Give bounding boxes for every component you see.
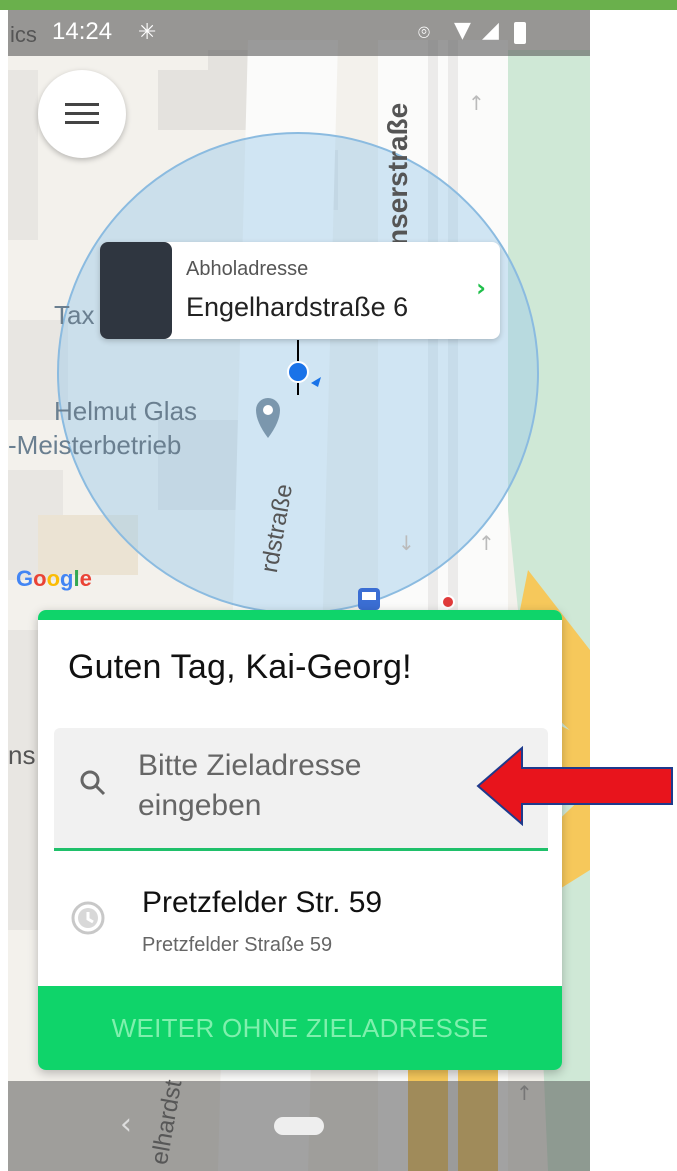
- hamburger-icon: [65, 103, 99, 124]
- recent-destination-item[interactable]: Pretzfelder Str. 59 Pretzfelder Straße 5…: [38, 878, 562, 970]
- map-clipped-label: ns: [8, 740, 36, 770]
- history-icon: [71, 901, 105, 935]
- top-green-border: [0, 0, 677, 10]
- greeting-title: Guten Tag, Kai-Georg!: [68, 648, 412, 686]
- status-clipped-text: ics: [10, 22, 37, 47]
- search-placeholder: Bitte Zieladresse eingeben: [138, 746, 498, 826]
- fan-icon: ✳: [138, 20, 157, 45]
- location-icon: ⌾: [418, 20, 430, 44]
- chevron-right-icon: ›: [476, 274, 486, 302]
- destination-sheet: Guten Tag, Kai-Georg! Bitte Zieladresse …: [38, 610, 562, 1070]
- pickup-label: Abholadresse: [186, 258, 309, 280]
- continue-without-destination-button[interactable]: WEITER OHNE ZIELADRESSE: [38, 986, 562, 1070]
- home-pill-icon[interactable]: [274, 1117, 324, 1135]
- search-placeholder-line2: eingeben: [138, 789, 262, 822]
- signal-icon: ◢: [482, 18, 499, 43]
- wifi-icon: ▼: [454, 18, 471, 43]
- svg-text:↓: ↓: [398, 531, 415, 555]
- sheet-accent-bar: [38, 610, 562, 620]
- search-icon: [80, 770, 106, 796]
- pickup-thumbnail: [100, 242, 172, 339]
- battery-icon: [514, 22, 526, 44]
- system-nav-bar: ‹: [8, 1081, 590, 1171]
- back-icon[interactable]: ‹: [120, 1107, 132, 1142]
- destination-search-input[interactable]: Bitte Zieladresse eingeben: [54, 728, 548, 851]
- status-bar: ics 14:24 ✳ ⌾ ▼ ◢: [8, 10, 590, 56]
- phone-screen: ↑ ↑ ↓ ↑ Pegnanserstraße F Tax Helmut Gla…: [8, 10, 590, 1171]
- status-time: 14:24: [52, 18, 113, 45]
- recent-item-title: Pretzfelder Str. 59: [142, 886, 383, 919]
- map-place-helmut: Helmut Glas: [54, 396, 198, 426]
- svg-text:↑: ↑: [478, 531, 495, 555]
- svg-text:↑: ↑: [468, 91, 485, 115]
- red-arrow-annotation: [476, 746, 673, 826]
- pickup-address-card[interactable]: Abholadresse Engelhardstraße 6 ›: [100, 242, 500, 339]
- map-place-taxi: Tax: [54, 300, 95, 330]
- google-logo: Google: [16, 566, 92, 591]
- menu-button[interactable]: [38, 70, 126, 158]
- search-placeholder-line1: Bitte Zieladresse: [138, 749, 362, 782]
- map-place-helmut-sub: -Meisterbetrieb: [8, 430, 182, 460]
- recent-item-subtitle: Pretzfelder Straße 59: [142, 934, 333, 956]
- pickup-address: Engelhardstraße 6: [186, 292, 409, 322]
